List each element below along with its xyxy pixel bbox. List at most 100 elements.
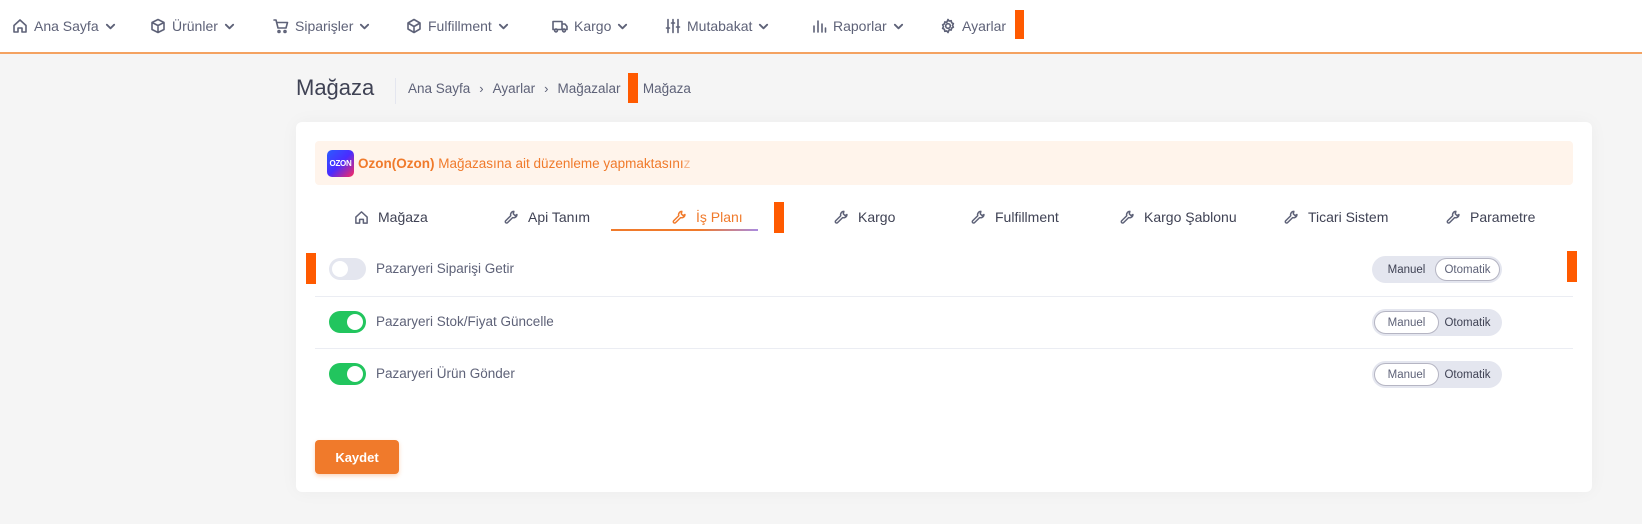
notice-text: Ozon(Ozon) Mağazasına ait düzenleme yapm… [358, 156, 690, 171]
highlight-marker [628, 73, 638, 103]
setting-row-stok-fiyat: Pazaryeri Stok/Fiyat Güncelle Manuel Oto… [315, 296, 1573, 348]
notice-store-name: Ozon(Ozon) [358, 155, 435, 171]
settings-tabs: Mağaza Api Tanım İş Planı Kargo Fulfillm… [315, 202, 1573, 232]
edit-notice: OZON Ozon(Ozon) Mağazasına ait düzenleme… [315, 141, 1573, 185]
mode-option-manuel[interactable]: Manuel [1374, 311, 1439, 334]
setting-row-siparis-getir: Pazaryeri Siparişi Getir Manuel Otomatik [315, 244, 1573, 296]
tab-label: Kargo Şablonu [1144, 209, 1237, 225]
mode-option-manuel[interactable]: Manuel [1374, 258, 1439, 281]
wrench-icon [834, 210, 848, 224]
breadcrumb-item-magazalar[interactable]: Mağazalar [558, 81, 621, 96]
toggle-switch[interactable] [329, 363, 366, 385]
bar-chart-icon [813, 20, 827, 33]
breadcrumb: Ana Sayfa › Ayarlar › Mağazalar › Mağaza [408, 81, 691, 96]
mode-option-otomatik[interactable]: Otomatik [1435, 258, 1500, 281]
home-icon [13, 19, 27, 33]
mode-segmented-control: Manuel Otomatik [1372, 361, 1502, 388]
ozon-logo: OZON [327, 149, 354, 177]
nav-item-fulfillment[interactable]: Fulfillment [406, 15, 509, 37]
tab-magaza[interactable]: Mağaza [354, 202, 428, 232]
toggle-knob [347, 314, 363, 330]
toggle-switch[interactable] [329, 258, 366, 280]
active-tab-indicator [611, 229, 758, 231]
notice-message-fade: z [683, 155, 691, 171]
wrench-icon [971, 210, 985, 224]
tab-label: Api Tanım [528, 209, 590, 225]
nav-item-mutabakat[interactable]: Mutabakat [665, 15, 769, 37]
nav-item-label: Fulfillment [428, 18, 492, 34]
nav-item-ayarlar[interactable]: Ayarlar [940, 15, 1006, 37]
tab-label: Ticari Sistem [1308, 209, 1389, 225]
tab-label: Kargo [858, 209, 896, 225]
chevron-down-icon [224, 23, 234, 29]
nav-item-label: Ana Sayfa [34, 18, 99, 34]
breadcrumb-item-magaza: Mağaza [642, 81, 691, 96]
wrench-icon [1120, 210, 1134, 224]
nav-item-kargo[interactable]: Kargo [552, 15, 628, 37]
mode-option-manuel[interactable]: Manuel [1374, 363, 1439, 386]
wrench-icon [672, 210, 686, 224]
nav-item-ana-sayfa[interactable]: Ana Sayfa [12, 15, 116, 37]
nav-item-label: Kargo [574, 18, 612, 34]
top-navbar: Ana Sayfa Ürünler Siparişler Fulfillment… [0, 0, 1642, 54]
toggle-knob [332, 261, 348, 277]
tab-parametre[interactable]: Parametre [1446, 202, 1535, 232]
store-settings-card: OZON Ozon(Ozon) Mağazasına ait düzenleme… [296, 122, 1592, 492]
tab-kargo-sablonu[interactable]: Kargo Şablonu [1120, 202, 1237, 232]
tab-api-tanim[interactable]: Api Tanım [504, 202, 590, 232]
wrench-icon [1284, 210, 1298, 224]
nav-item-label: Ayarlar [962, 18, 1007, 34]
setting-row-urun-gonder: Pazaryeri Ürün Gönder Manuel Otomatik [315, 348, 1573, 400]
chevron-down-icon [618, 23, 628, 29]
mode-option-otomatik[interactable]: Otomatik [1435, 311, 1500, 334]
home-icon [355, 210, 368, 224]
tab-is-plani[interactable]: İş Planı [672, 202, 743, 232]
nav-item-raporlar[interactable]: Raporlar [811, 15, 904, 37]
highlight-marker [1015, 10, 1024, 39]
chevron-right-icon: › [479, 81, 484, 96]
sliders-icon [665, 18, 681, 34]
nav-item-urunler[interactable]: Ürünler [150, 15, 235, 37]
truck-icon [552, 20, 568, 33]
save-button[interactable]: Kaydet [315, 440, 399, 474]
wrench-icon [504, 210, 518, 224]
highlight-marker [1567, 251, 1577, 282]
setting-label: Pazaryeri Stok/Fiyat Güncelle [376, 314, 554, 329]
chevron-down-icon [893, 23, 903, 29]
chevron-down-icon [360, 23, 370, 29]
tab-label: Fulfillment [995, 209, 1059, 225]
gear-icon [941, 18, 955, 34]
nav-item-siparisler[interactable]: Siparişler [273, 15, 370, 37]
tab-kargo[interactable]: Kargo [834, 202, 895, 232]
cart-icon [273, 19, 289, 34]
nav-item-label: Mutabakat [687, 18, 753, 34]
tab-ticari-sistem[interactable]: Ticari Sistem [1284, 202, 1388, 232]
chevron-right-icon: › [544, 81, 549, 96]
setting-label: Pazaryeri Ürün Gönder [376, 366, 515, 381]
highlight-marker [306, 253, 316, 284]
title-divider [395, 78, 396, 104]
breadcrumb-item-ayarlar[interactable]: Ayarlar [493, 81, 536, 96]
mode-option-otomatik[interactable]: Otomatik [1435, 363, 1500, 386]
chevron-down-icon [759, 23, 769, 29]
cube-icon [407, 18, 421, 34]
tab-label: Parametre [1470, 209, 1536, 225]
tab-label: İş Planı [696, 209, 743, 225]
nav-item-label: Siparişler [295, 18, 354, 34]
toggle-switch[interactable] [329, 311, 366, 333]
setting-label: Pazaryeri Siparişi Getir [376, 261, 515, 276]
tab-label: Mağaza [378, 209, 428, 225]
page-title: Mağaza [296, 75, 375, 100]
mode-segmented-control: Manuel Otomatik [1372, 309, 1502, 336]
highlight-marker [774, 202, 784, 233]
chevron-down-icon [498, 23, 508, 29]
notice-message: Mağazasına ait düzenleme yapmaktasını [438, 155, 684, 171]
wrench-icon [1446, 210, 1460, 224]
mode-segmented-control: Manuel Otomatik [1372, 256, 1502, 283]
toggle-knob [347, 366, 363, 382]
nav-item-label: Ürünler [172, 18, 218, 34]
breadcrumb-item-ana-sayfa[interactable]: Ana Sayfa [408, 81, 470, 96]
tab-fulfillment[interactable]: Fulfillment [971, 202, 1059, 232]
box-icon [151, 18, 165, 34]
nav-item-label: Raporlar [833, 18, 887, 34]
